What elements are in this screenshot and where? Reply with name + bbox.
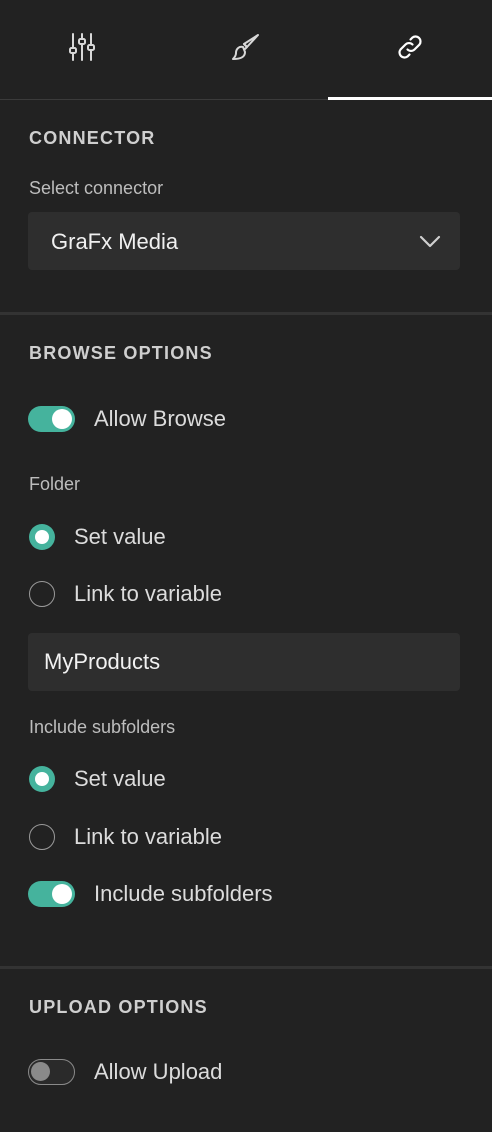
properties-panel: CONNECTOR Select connector GraFx Media B… <box>0 0 492 1132</box>
select-connector-label: Select connector <box>29 178 164 198</box>
folder-set-value-label: Set value <box>74 524 166 549</box>
tab-connector[interactable] <box>328 0 492 100</box>
include-subfolders-label: Include subfolders <box>29 717 176 737</box>
folder-link-variable-option[interactable]: Link to variable <box>29 581 222 607</box>
subfolders-set-value-option[interactable]: Set value <box>29 766 166 792</box>
brush-icon <box>230 31 262 68</box>
allow-upload-toggle[interactable] <box>28 1059 75 1085</box>
browse-options-section-title: BROWSE OPTIONS <box>29 343 213 363</box>
allow-browse-toggle-row[interactable]: Allow Browse <box>28 406 226 432</box>
folder-link-variable-radio[interactable] <box>29 581 55 607</box>
include-subfolders-toggle[interactable] <box>28 881 75 907</box>
subfolders-set-value-radio[interactable] <box>29 766 55 792</box>
toggle-knob <box>52 884 72 904</box>
folder-set-value-radio[interactable] <box>29 524 55 550</box>
panel-tabs <box>0 0 492 100</box>
link-icon <box>394 31 426 68</box>
connector-select[interactable]: GraFx Media <box>28 212 460 270</box>
folder-label: Folder <box>29 474 81 494</box>
connector-select-value: GraFx Media <box>51 229 179 254</box>
allow-upload-toggle-row[interactable]: Allow Upload <box>28 1059 222 1085</box>
connector-section-title: CONNECTOR <box>29 128 156 148</box>
folder-set-value-option[interactable]: Set value <box>29 524 166 550</box>
subfolders-link-variable-radio[interactable] <box>29 824 55 850</box>
include-subfolders-toggle-label: Include subfolders <box>94 881 273 906</box>
toggle-knob <box>52 409 72 429</box>
upload-options-section-title: UPLOAD OPTIONS <box>29 997 208 1017</box>
allow-browse-label: Allow Browse <box>94 406 227 431</box>
include-subfolders-toggle-row[interactable]: Include subfolders <box>28 881 273 907</box>
allow-browse-toggle[interactable] <box>28 406 75 432</box>
tab-properties[interactable] <box>0 0 164 99</box>
section-divider <box>0 966 492 969</box>
allow-upload-label: Allow Upload <box>94 1059 223 1084</box>
chevron-down-icon <box>418 231 442 251</box>
tab-style[interactable] <box>164 0 328 99</box>
folder-link-variable-label: Link to variable <box>74 581 222 606</box>
section-divider <box>0 312 492 315</box>
folder-value-input[interactable] <box>28 633 460 691</box>
subfolders-set-value-label: Set value <box>74 766 166 791</box>
sliders-icon <box>66 31 98 68</box>
toggle-knob <box>31 1062 50 1081</box>
subfolders-link-variable-label: Link to variable <box>74 824 222 849</box>
subfolders-link-variable-option[interactable]: Link to variable <box>29 824 222 850</box>
